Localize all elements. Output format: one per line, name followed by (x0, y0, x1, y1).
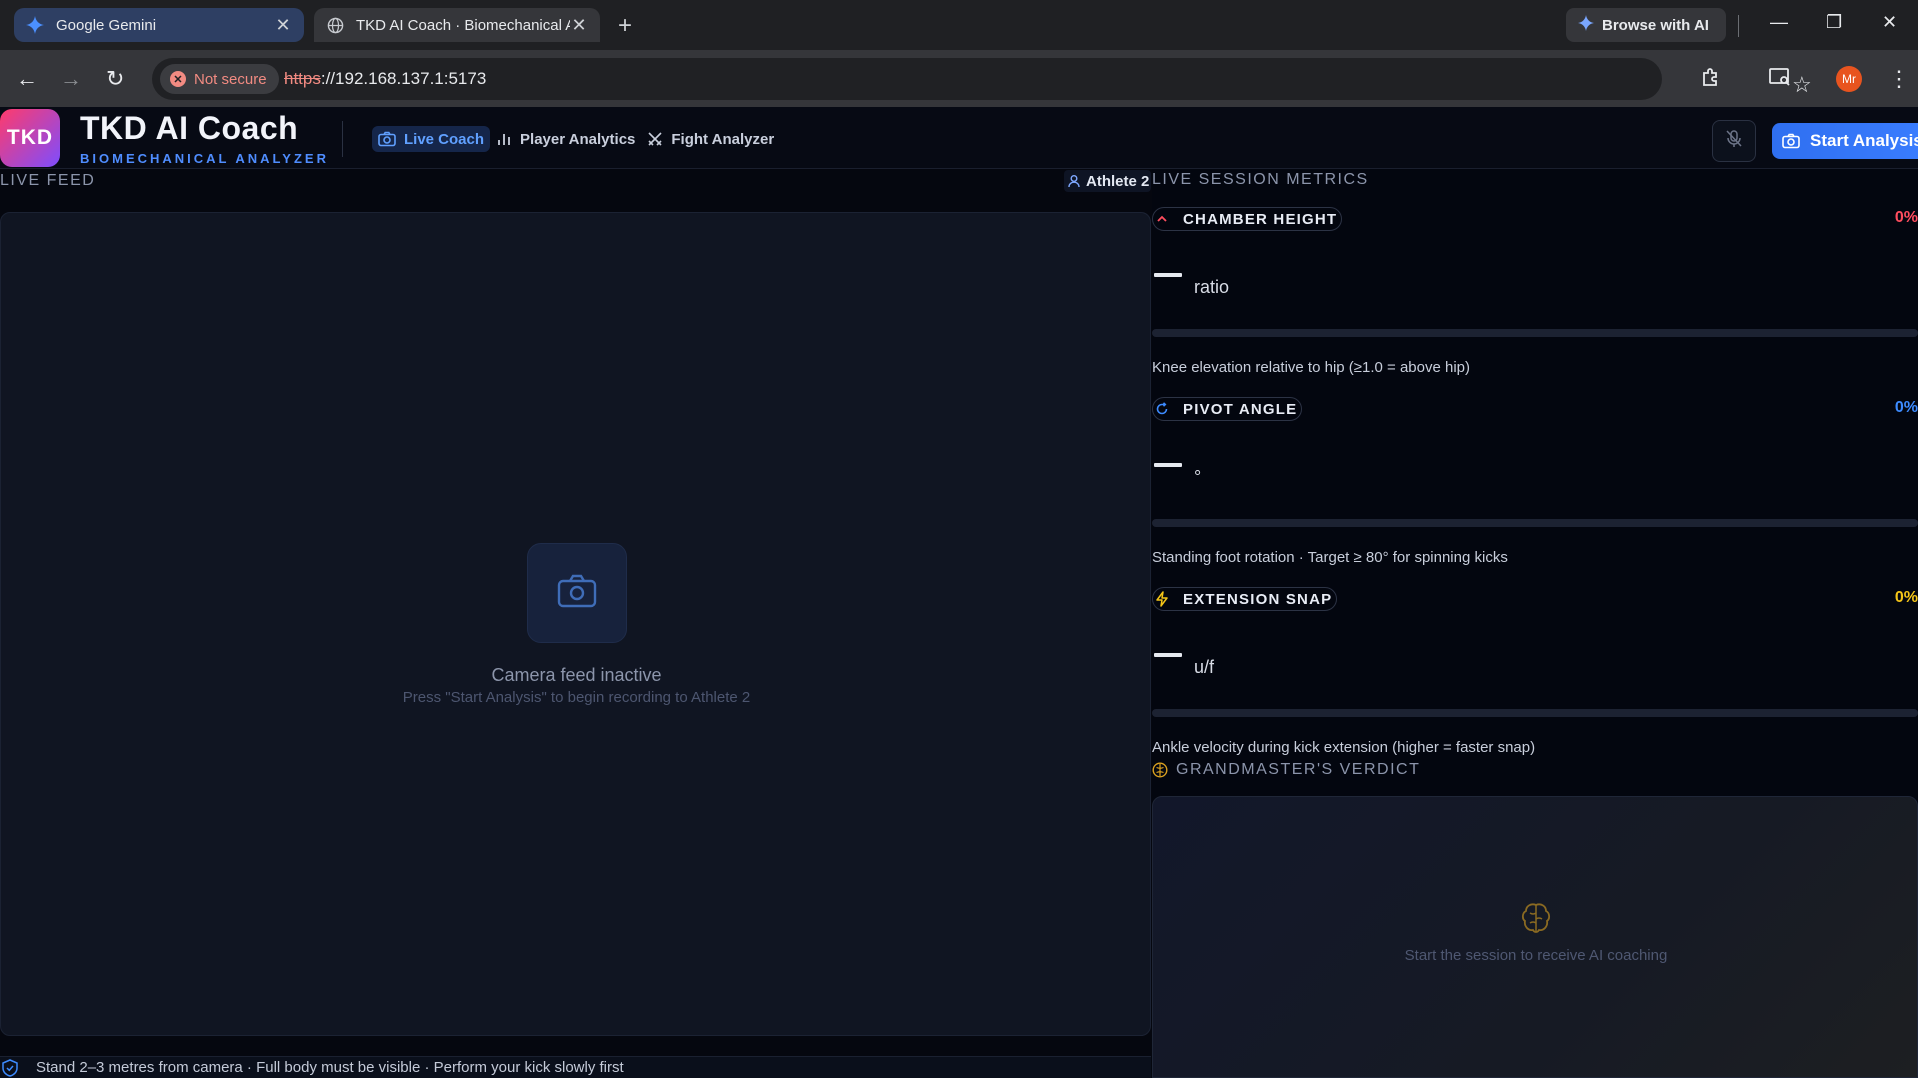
tab-title: Google Gemini (56, 16, 157, 34)
toolbar-divider (1738, 15, 1739, 37)
browse-with-ai-label: Browse with AI (1602, 16, 1709, 34)
metric-unit: ratio (1194, 277, 1230, 297)
crossed-swords-icon (647, 131, 663, 147)
camera-feed: Camera feed inactive Press "Start Analys… (0, 212, 1151, 1036)
nav-label: Live Coach (404, 130, 485, 148)
cast-search-icon[interactable] (1768, 66, 1792, 94)
nav-player-analytics[interactable]: Player Analytics (490, 126, 641, 152)
app-header: TKD TKD AI Coach BIOMECHANICAL ANALYZER … (0, 107, 1918, 169)
start-analysis-label: Start Analysis (1810, 131, 1918, 150)
tab-title: TKD AI Coach · Biomechanical A (356, 16, 570, 34)
metric-unit: ° (1194, 467, 1202, 487)
camera-icon (557, 574, 597, 613)
start-analysis-button[interactable]: Start Analysis (1772, 123, 1918, 159)
metric-value (1154, 653, 1182, 657)
metric-description: Standing foot rotation · Target ≥ 80° fo… (1152, 549, 1508, 566)
app-title: TKD AI Coach (80, 110, 299, 146)
more-menu-icon[interactable]: ⋮ (1888, 66, 1910, 92)
metrics-panel: LIVE SESSION METRICS CHAMBER HEIGHT 0% r… (1152, 169, 1918, 1078)
brain-icon (1519, 901, 1553, 935)
user-icon (1068, 174, 1082, 188)
metric-description: Knee elevation relative to hip (≥1.0 = a… (1152, 359, 1471, 376)
metric-chip: PIVOT ANGLE (1152, 397, 1303, 421)
mic-off-icon (1725, 129, 1743, 154)
main-nav: Live Coach Player Analytics Fight Analyz… (372, 126, 780, 152)
verdict-heading-text: GRANDMASTER'S VERDICT (1176, 761, 1421, 778)
lightning-icon (1155, 591, 1169, 607)
nav-fight-analyzer[interactable]: Fight Analyzer (641, 126, 780, 152)
url-text[interactable]: https://192.168.137.1:5173 (284, 69, 486, 89)
live-feed-heading: LIVE FEED (0, 172, 96, 189)
athlete-name: Athlete 2 (1086, 172, 1150, 190)
extensions-icon[interactable] (1700, 66, 1722, 94)
header-divider (342, 121, 343, 157)
url-scheme: https (284, 69, 321, 88)
reload-icon[interactable]: ↻ (106, 66, 124, 92)
bar-chart-icon (496, 131, 512, 147)
app-logo: TKD (0, 109, 60, 167)
metric-name: EXTENSION SNAP (1183, 590, 1333, 608)
rotate-icon (1155, 402, 1169, 416)
camera-icon (1782, 133, 1800, 149)
feed-inactive-title: Camera feed inactive (491, 665, 662, 685)
metric-value (1154, 273, 1182, 277)
brain-icon (1152, 762, 1168, 778)
metric-progress-bar (1152, 329, 1918, 337)
mute-button[interactable] (1712, 120, 1756, 162)
athlete-selector[interactable]: Athlete 2 (1064, 170, 1152, 192)
restore-icon[interactable]: ❐ (1826, 12, 1842, 33)
tab-google-gemini[interactable]: Google Gemini ✕ (14, 8, 304, 42)
nav-label: Fight Analyzer (671, 130, 775, 148)
new-tab-icon[interactable]: + (618, 12, 632, 40)
metric-name: PIVOT ANGLE (1183, 400, 1298, 418)
close-icon[interactable]: ✕ (274, 15, 292, 36)
gemini-icon (26, 16, 44, 34)
setup-tip-bar: Stand 2–3 metres from camera · Full body… (0, 1056, 1151, 1078)
omnibox[interactable]: ✕ Not secure https://192.168.137.1:5173 … (152, 58, 1812, 100)
camera-icon (378, 131, 396, 147)
metric-percent: 0% (1894, 589, 1918, 606)
nav-label: Player Analytics (520, 130, 636, 148)
metric-percent: 0% (1894, 399, 1918, 416)
metric-chip: EXTENSION SNAP (1152, 587, 1338, 611)
globe-icon (326, 16, 344, 34)
security-chip[interactable]: ✕ Not secure (160, 64, 279, 94)
metric-unit: u/f (1194, 657, 1215, 677)
setup-tip-text: Stand 2–3 metres from camera · Full body… (36, 1059, 624, 1076)
verdict-heading: GRANDMASTER'S VERDICT (1152, 761, 1420, 779)
security-label: Not secure (194, 70, 267, 88)
close-window-icon[interactable]: ✕ (1882, 12, 1897, 33)
shield-check-icon (2, 1058, 18, 1077)
verdict-card: Start the session to receive AI coaching (1152, 796, 1918, 1078)
forward-icon[interactable]: → (60, 66, 82, 92)
browser-tabstrip: Google Gemini ✕ TKD AI Coach · Biomechan… (0, 0, 1918, 50)
nav-live-coach[interactable]: Live Coach (372, 126, 491, 152)
metric-chip: CHAMBER HEIGHT (1152, 207, 1343, 231)
minimize-icon[interactable]: — (1770, 12, 1788, 33)
url-host: ://192.168.137.1:5173 (320, 69, 487, 88)
back-icon[interactable]: ← (16, 66, 38, 92)
sparkle-icon (1578, 15, 1594, 35)
tab-tkd-ai-coach[interactable]: TKD AI Coach · Biomechanical A ✕ (314, 8, 600, 42)
chevron-up-icon (1155, 212, 1169, 226)
camera-placeholder (527, 543, 627, 643)
profile-avatar[interactable]: Mr (1836, 66, 1862, 92)
metric-description: Ankle velocity during kick extension (hi… (1152, 739, 1536, 756)
metric-value (1154, 463, 1182, 467)
metrics-heading: LIVE SESSION METRICS (1152, 171, 1369, 188)
app-subtitle: BIOMECHANICAL ANALYZER (80, 151, 329, 166)
feed-inactive-hint: Press "Start Analysis" to begin recordin… (402, 689, 751, 706)
verdict-message: Start the session to receive AI coaching (1404, 947, 1668, 964)
bookmark-star-icon[interactable]: ☆ (1792, 72, 1812, 98)
warning-icon: ✕ (170, 71, 186, 87)
metric-name: CHAMBER HEIGHT (1183, 210, 1338, 228)
metric-progress-bar (1152, 519, 1918, 527)
metric-percent: 0% (1894, 209, 1918, 226)
close-icon[interactable]: ✕ (570, 15, 588, 36)
metric-progress-bar (1152, 709, 1918, 717)
browse-with-ai-button[interactable]: Browse with AI (1566, 8, 1726, 42)
address-toolbar: ← → ↻ ✕ Not secure https://192.168.137.1… (0, 50, 1918, 107)
